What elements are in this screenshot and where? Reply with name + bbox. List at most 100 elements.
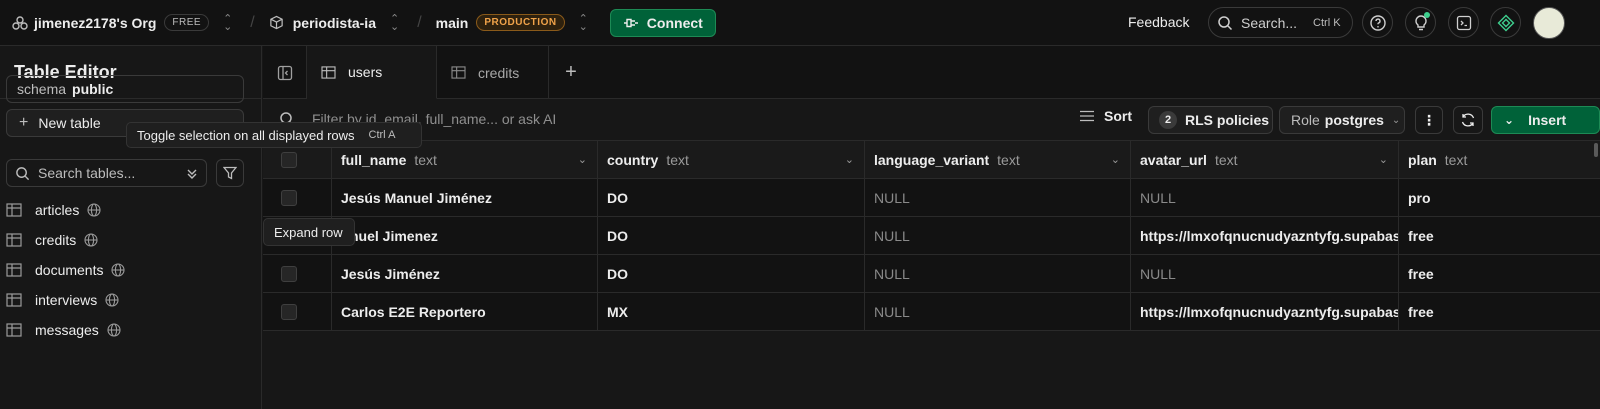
column-header-language_variant[interactable]: language_variant text ⌄ <box>865 141 1131 179</box>
cell-language_variant[interactable]: NULL <box>865 293 1131 331</box>
column-name: plan <box>1408 152 1437 168</box>
filter-tables-button[interactable] <box>216 159 244 187</box>
table-item-articles[interactable]: articles <box>6 195 125 225</box>
cell-language_variant[interactable]: NULL <box>865 179 1131 217</box>
more-options-button[interactable]: ⋮ <box>1415 106 1443 134</box>
sort-icon <box>1080 110 1094 122</box>
table-row[interactable]: nuel Jimenez DO NULL https://lmxofqnucnu… <box>263 217 1600 255</box>
column-header-country[interactable]: country text ⌄ <box>598 141 865 179</box>
rls-policies-button[interactable]: 2 RLS policies <box>1148 106 1273 134</box>
table-name: interviews <box>35 292 98 308</box>
horizontal-scrollbar[interactable] <box>1594 143 1598 157</box>
ai-assistant-button[interactable] <box>1490 7 1521 38</box>
chevron-down-icon[interactable]: ⌄ <box>1379 153 1388 166</box>
select-all-checkbox[interactable] <box>281 152 297 168</box>
chevron-down-icon[interactable]: ⌄ <box>1111 153 1120 166</box>
table-row[interactable]: Jesús Jiménez DO NULL NULL free <box>263 255 1600 293</box>
insert-button[interactable]: ⌄ Insert <box>1491 106 1600 134</box>
refresh-button[interactable] <box>1453 106 1483 134</box>
tab-credits[interactable]: credits <box>437 46 549 99</box>
connect-button[interactable]: Connect <box>609 8 716 37</box>
table-row[interactable]: Jesús Manuel Jiménez DO NULL NULL pro <box>263 179 1600 217</box>
chevron-down-icon[interactable]: ⌄ <box>578 153 587 166</box>
table-icon <box>451 66 466 79</box>
grid-empty-area <box>263 331 1600 409</box>
column-type: text <box>666 152 689 168</box>
search-shortcut: Ctrl K <box>1313 16 1341 29</box>
plus-icon: + <box>19 114 29 131</box>
breadcrumb-separator: / <box>250 13 255 31</box>
help-button[interactable] <box>1362 7 1393 38</box>
table-name: credits <box>35 232 77 248</box>
cell-plan[interactable]: pro <box>1399 179 1600 217</box>
header-row: full_name text ⌄ country text ⌄ language_var… <box>263 141 1600 179</box>
production-badge: PRODUCTION <box>476 14 565 31</box>
global-search[interactable]: Search... Ctrl K <box>1208 7 1353 38</box>
column-header-plan[interactable]: plan text <box>1399 141 1600 179</box>
rls-label: RLS policies <box>1185 112 1270 128</box>
terminal-icon <box>1456 15 1471 30</box>
cell-plan[interactable]: free <box>1399 255 1600 293</box>
breadcrumb-separator: / <box>417 13 422 31</box>
chevron-updown-icon: ⌃ ⌄ <box>223 12 233 33</box>
cell-plan[interactable]: free <box>1399 217 1600 255</box>
table-row[interactable]: Carlos E2E Reportero MX NULL https://lmx… <box>263 293 1600 331</box>
table-item-documents[interactable]: documents <box>6 255 126 285</box>
new-tab-button[interactable]: + <box>549 46 593 98</box>
row-checkbox[interactable] <box>281 190 297 206</box>
org-name: jimenez2178's Org <box>34 14 157 31</box>
notification-dot <box>1424 12 1430 18</box>
cell-country[interactable]: DO <box>598 217 865 255</box>
org-selector[interactable]: jimenez2178's Org FREE ⌃ ⌄ <box>12 0 232 46</box>
cell-language_variant[interactable]: NULL <box>865 255 1131 293</box>
role-selector[interactable]: Role postgres ⌄ <box>1279 106 1405 134</box>
sort-button[interactable]: Sort <box>1079 108 1132 124</box>
table-item-messages[interactable]: messages <box>6 315 125 345</box>
cell-country[interactable]: MX <box>598 293 865 331</box>
tips-button[interactable] <box>1405 7 1436 38</box>
schema-label: schema <box>17 81 67 97</box>
column-header-avatar_url[interactable]: avatar_url text ⌄ <box>1131 141 1399 179</box>
search-tables-input[interactable]: Search tables... <box>6 159 207 187</box>
search-icon <box>16 166 30 180</box>
schema-selector[interactable]: schema public <box>6 75 244 103</box>
search-icon <box>1218 15 1233 30</box>
rls-count-badge: 2 <box>1159 111 1177 129</box>
cell-avatar_url[interactable]: https://lmxofqnucnudyazntyfg.supabase <box>1131 217 1399 255</box>
cell-country[interactable]: DO <box>598 179 865 217</box>
table-item-credits[interactable]: credits <box>6 225 125 255</box>
cell-avatar_url[interactable]: https://lmxofqnucnudyazntyfg.supabase <box>1131 293 1399 331</box>
user-avatar[interactable] <box>1533 7 1565 39</box>
cell-country[interactable]: DO <box>598 255 865 293</box>
row-select-cell <box>263 255 332 293</box>
branch-selector[interactable]: main PRODUCTION ⌃ ⌄ <box>436 0 588 46</box>
column-type: text <box>1444 152 1468 168</box>
table-name: articles <box>35 202 80 218</box>
cell-full_name[interactable]: nuel Jimenez <box>332 217 598 255</box>
cell-avatar_url[interactable]: NULL <box>1131 179 1399 217</box>
row-checkbox[interactable] <box>281 304 297 320</box>
tab-users[interactable]: users <box>307 46 437 99</box>
table-item-interviews[interactable]: interviews <box>6 285 125 315</box>
collapse-sidebar-button[interactable] <box>263 46 307 99</box>
terminal-button[interactable] <box>1448 7 1479 38</box>
tab-label: users <box>348 64 383 80</box>
project-selector[interactable]: periodista-ia ⌃ ⌄ <box>269 0 399 46</box>
top-bar: jimenez2178's Org FREE ⌃ ⌄ / periodista-i… <box>0 0 1600 46</box>
table-name: messages <box>35 322 99 338</box>
feedback-button[interactable]: Feedback <box>1128 14 1189 30</box>
globe-icon <box>87 203 101 217</box>
cell-full_name[interactable]: Jesús Jiménez <box>332 255 598 293</box>
sidebar-collapse-icon <box>277 65 292 80</box>
row-checkbox[interactable] <box>281 266 297 282</box>
globe-icon <box>107 323 121 337</box>
cell-full_name[interactable]: Carlos E2E Reportero <box>332 293 598 331</box>
tab-label: credits <box>478 64 520 81</box>
cell-language_variant[interactable]: NULL <box>865 217 1131 255</box>
chevron-updown-icon: ⌃ ⌄ <box>578 12 588 33</box>
cell-avatar_url[interactable]: NULL <box>1131 255 1399 293</box>
chevron-down-icon[interactable]: ⌄ <box>845 153 854 166</box>
cell-plan[interactable]: free <box>1399 293 1600 331</box>
grid-toolbar: Filter by id, email, full_name... or ask… <box>263 99 1600 141</box>
cell-full_name[interactable]: Jesús Manuel Jiménez <box>332 179 598 217</box>
